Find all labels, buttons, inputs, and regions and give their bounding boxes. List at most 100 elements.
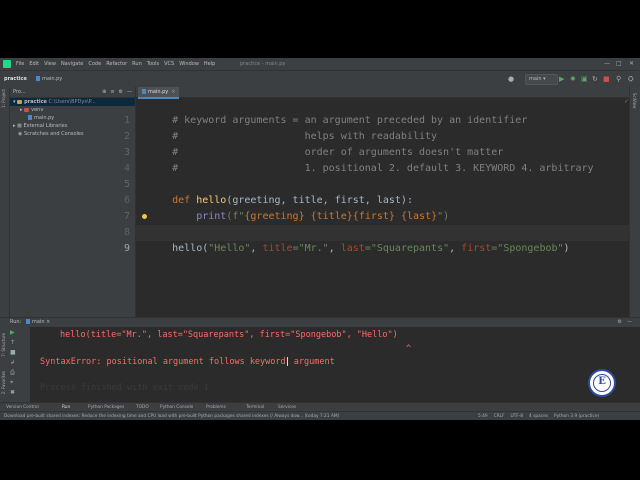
code-line-8: 8 — [124, 209, 630, 238]
line-number: 6 — [123, 195, 130, 206]
code-line-2: 2 # helps with readability — [124, 113, 630, 142]
file-encoding[interactable]: UTF-8 — [511, 412, 524, 420]
chevron-right-icon: ▸ — [13, 123, 16, 129]
left-tool-strip: 1: Project — [0, 87, 10, 317]
line-number: 5 — [123, 179, 130, 190]
caret-position[interactable]: 5:49 — [478, 412, 488, 420]
stop-icon[interactable]: ■ — [603, 75, 610, 83]
trash-icon[interactable]: ✖ — [10, 389, 15, 397]
menu-items: File Edit View Navigate Code Refactor Ru… — [16, 58, 215, 70]
rerun-icon[interactable]: ▶ — [10, 329, 15, 337]
right-tool-strip: SciView — [629, 87, 640, 317]
python-file-icon — [28, 115, 32, 120]
chevron-down-icon: ▾ — [13, 99, 16, 105]
console-line-code: hello(title="Mr.", last="Squarepants", f… — [60, 330, 398, 340]
folder-icon — [24, 107, 30, 112]
run-toolbar: ▶ ↑ ■ ↲ ⎙ ⌖ ✖ 7: Structure 2: Favorites — [0, 327, 30, 410]
hide-icon[interactable]: — — [627, 318, 632, 327]
stop-icon[interactable]: ■ — [10, 349, 16, 357]
console-output[interactable]: hello(title="Mr.", last="Squarepants", f… — [31, 327, 640, 410]
line-separator[interactable]: CRLF — [494, 412, 505, 420]
menu-run[interactable]: Run — [132, 58, 142, 70]
run-icon[interactable]: ▶ — [559, 75, 564, 83]
line-number: 9 — [123, 243, 130, 254]
code-line-6: 6 def hello(greeting, title, first, last)… — [124, 177, 630, 206]
code-editor[interactable]: main.py × ✓ 1 # keyword arguments = an arg… — [124, 87, 630, 317]
console-line-error: SyntaxError: positional argument follows… — [40, 357, 335, 367]
line-number: 1 — [123, 115, 130, 126]
soft-wrap-icon[interactable]: ↲ — [10, 359, 15, 367]
structure-tool-tab[interactable]: 7: Structure — [1, 333, 6, 357]
print-icon[interactable]: ⎙ — [10, 369, 15, 377]
breadcrumb-project[interactable]: practice — [4, 71, 27, 87]
library-icon: ▩ — [17, 123, 22, 129]
lightbulb-icon[interactable] — [142, 214, 147, 219]
logo-letter: E — [598, 376, 606, 387]
menu-vcs[interactable]: VCS — [164, 58, 174, 70]
locate-icon[interactable]: ⊕ — [102, 87, 106, 97]
code-line-7: 7 print(f"{greeting} {title}{first} {las… — [124, 193, 630, 222]
chevron-right-icon: ▸ — [20, 107, 23, 113]
window-title: practice - main.py — [240, 61, 286, 67]
menu-view[interactable]: View — [44, 58, 56, 70]
pin-icon[interactable]: ⌖ — [10, 379, 13, 387]
menu-navigate[interactable]: Navigate — [61, 58, 83, 70]
code-line-1: 1 # keyword arguments = an argument prece… — [124, 97, 630, 126]
sciview-tool-tab[interactable]: SciView — [632, 93, 637, 108]
menu-edit[interactable]: Edit — [29, 58, 39, 70]
status-bar: Download pre-built shared indexes: Reduc… — [0, 411, 640, 420]
project-tool-tab[interactable]: 1: Project — [1, 89, 6, 108]
code-line-5: 5 — [124, 161, 630, 190]
line-number: 8 — [123, 227, 130, 238]
close-tab-icon[interactable]: × — [171, 89, 175, 95]
pycharm-logo-icon — [3, 60, 11, 68]
search-icon[interactable]: ⚲ — [616, 75, 621, 83]
gear-icon[interactable]: ⚙ — [618, 318, 622, 327]
maximize-icon[interactable]: □ — [616, 58, 622, 70]
menu-refactor[interactable]: Refactor — [106, 58, 127, 70]
minimize-icon[interactable]: — — [604, 58, 610, 70]
menu-window[interactable]: Window — [179, 58, 199, 70]
profile-icon[interactable]: ↻ — [592, 75, 598, 83]
favorites-tool-tab[interactable]: 2: Favorites — [1, 371, 6, 394]
user-icon[interactable]: ● — [508, 75, 514, 83]
python-file-icon — [36, 76, 40, 81]
run-configuration-select[interactable]: main ▾ — [525, 74, 558, 85]
debug-icon[interactable]: ✹ — [570, 75, 576, 83]
project-view-select[interactable]: Pro... — [13, 87, 26, 97]
tree-item-practice[interactable]: ▾ practice C:\Users\BPDys\P... — [10, 98, 135, 106]
menu-help[interactable]: Help — [204, 58, 215, 70]
scratches-icon: ◉ — [18, 131, 23, 137]
code-line-9: 9 hello("Hello", title="Mr.", last="Squar… — [124, 225, 630, 254]
code-line-4: 4 # 1. positional 2. default 3. KEYWORD 4… — [124, 145, 630, 174]
console-caret: ^ — [406, 344, 412, 354]
indent-setting[interactable]: 4 spaces — [529, 412, 548, 420]
gear-icon[interactable]: ⚙ — [119, 87, 123, 97]
run-panel-header: Run: main × ⚙ — — [0, 318, 640, 327]
menu-file[interactable]: File — [16, 58, 24, 70]
code-line-3: 3 # order of arguments doesn't matter — [124, 129, 630, 158]
collapse-icon[interactable]: ≡ — [110, 87, 114, 97]
status-right: 5:49 CRLF UTF-8 4 spaces Python 3.9 (pra… — [478, 412, 599, 420]
run-tab-main[interactable]: main × — [26, 318, 50, 327]
menu-code[interactable]: Code — [88, 58, 101, 70]
coverage-icon[interactable]: ▣ — [581, 75, 588, 83]
folder-icon — [17, 99, 23, 104]
run-tool-window: Run: main × ⚙ — ▶ ↑ ■ ↲ ⎙ ⌖ ✖ 7: Structu… — [0, 317, 640, 410]
line-number: 7 — [123, 211, 130, 222]
scroll-up-icon[interactable]: ↑ — [10, 339, 15, 347]
menu-bar: File Edit View Navigate Code Refactor Ru… — [0, 58, 640, 70]
menu-tools[interactable]: Tools — [147, 58, 159, 70]
pycharm-window: File Edit View Navigate Code Refactor Ru… — [0, 58, 640, 420]
hide-icon[interactable]: — — [127, 87, 132, 97]
navigation-bar: practice main.py ● main ▾ ▶ ✹ ▣ ↻ ■ ⚲ ⛭ — [0, 70, 640, 88]
breadcrumb-file[interactable]: main.py — [36, 71, 62, 87]
close-icon[interactable]: ✕ — [629, 58, 634, 70]
line-number: 2 — [123, 131, 130, 142]
project-panel-header: Pro... ⊕ ≡ ⚙ — — [10, 87, 135, 98]
python-interpreter[interactable]: Python 3.9 (practice) — [554, 412, 599, 420]
text-cursor — [286, 357, 288, 366]
settings-icon[interactable]: ⛭ — [628, 75, 634, 83]
line-number: 3 — [123, 147, 130, 158]
status-message[interactable]: Download pre-built shared indexes: Reduc… — [4, 412, 339, 420]
